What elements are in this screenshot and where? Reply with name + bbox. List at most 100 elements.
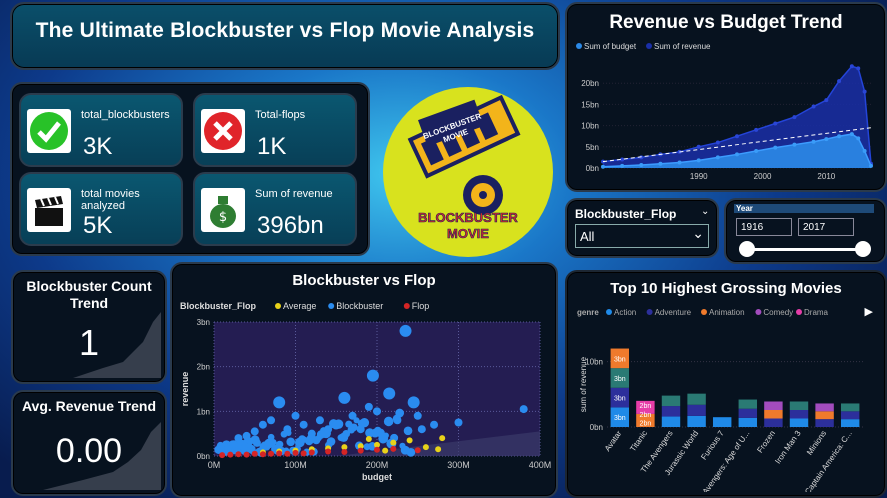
x-axis-label: budget (362, 472, 392, 482)
top10-chart[interactable]: genre Action Adventure Animation Comedy Drama… (567, 302, 867, 492)
data-label: 3bn (614, 415, 626, 422)
x-tick-label: 2000 (754, 172, 772, 181)
kpi-value: 1K (257, 133, 286, 161)
scatter-point-flop (325, 449, 331, 455)
data-point (735, 134, 739, 138)
slicer-title: Blockbuster_Flop (575, 207, 676, 221)
x-tick-label: Frozen (755, 429, 777, 455)
legend-title: genre (577, 308, 599, 317)
blockbuster-flop-slicer: Blockbuster_Flop ⌄ All ⌄ (565, 198, 719, 258)
x-tick-label: Furious 7 (699, 429, 726, 462)
year-slider-track[interactable] (746, 248, 864, 251)
bar-segment (739, 418, 757, 427)
y-axis-label: sum of revenue (579, 356, 588, 412)
film-reel-icon: BLOCKBUSTER MOVIE BLOCKBUSTER MOVIE (383, 87, 553, 257)
bar-segment (841, 411, 859, 419)
scatter-point-flop (309, 449, 315, 455)
legend-label: Flop (412, 301, 430, 311)
scatter-point-flop (374, 447, 380, 453)
chart-title: Revenue vs Budget Trend (567, 4, 885, 34)
bar-segment (662, 396, 680, 406)
scatter-point-blockbuster (414, 412, 422, 420)
year-slicer-title: Year (736, 204, 753, 213)
y-tick-label: 1bn (197, 407, 210, 416)
data-point (863, 90, 867, 94)
legend-marker (701, 309, 707, 315)
data-point (620, 164, 624, 168)
data-point (601, 165, 605, 169)
scatter-point-blockbuster (308, 430, 316, 438)
scatter-point-blockbuster (373, 407, 381, 415)
scatter-point-blockbuster (455, 419, 463, 427)
data-point (856, 66, 860, 70)
bar-segment (687, 394, 705, 405)
year-slider-handle-start[interactable] (739, 241, 755, 257)
data-point (869, 164, 873, 168)
bar-segment (790, 419, 808, 428)
bar-segment (841, 403, 859, 411)
data-point (716, 155, 720, 159)
scatter-point-blockbuster (520, 405, 528, 413)
legend-marker (606, 309, 612, 315)
data-point (824, 98, 828, 102)
data-label: 3bn (614, 376, 626, 383)
kpi-value: 396bn (257, 212, 324, 240)
scatter-point-flop (284, 451, 290, 457)
data-point (856, 136, 860, 140)
bar-segment (764, 419, 782, 428)
scatter-point-flop (390, 446, 396, 452)
clapperboard-icon (27, 188, 71, 232)
kpi-value: 5K (83, 212, 112, 240)
scatter-point-blockbuster (267, 416, 275, 424)
year-from-input[interactable]: 1916 (736, 218, 792, 236)
scatter-point-blockbuster (357, 425, 365, 433)
data-point (735, 152, 739, 156)
legend-marker (576, 43, 582, 49)
blockbuster-flop-panel: Blockbuster vs Flop Blockbuster_Flop Aver… (170, 262, 558, 498)
blockbuster-flop-chart[interactable]: Blockbuster_Flop Average Blockbuster Flop0b… (172, 296, 552, 491)
year-to-input[interactable]: 2017 (798, 218, 854, 236)
scatter-point-blockbuster (383, 432, 389, 438)
scatter-point-blockbuster (243, 432, 251, 440)
data-label: 2bn (640, 412, 652, 419)
chevron-down-icon[interactable]: ⌄ (701, 206, 709, 217)
scatter-point-average (439, 435, 445, 441)
data-label: 2bn (640, 403, 652, 410)
blockbuster-logo: BLOCKBUSTER MOVIE BLOCKBUSTER MOVIE (383, 87, 553, 257)
card-value: 1 (13, 322, 165, 364)
svg-text:BLOCKBUSTER: BLOCKBUSTER (418, 210, 518, 225)
scatter-point-blockbuster (316, 416, 324, 424)
year-slider-handle-end[interactable] (855, 241, 871, 257)
data-point (812, 140, 816, 144)
kpi-sum-revenue: $ Sum of revenue 396bn (193, 172, 357, 246)
scatter-point-blockbuster (395, 409, 404, 418)
scatter-point-flop (301, 450, 307, 456)
scatter-point-flop (219, 452, 225, 458)
scatter-point-flop (235, 451, 241, 457)
legend-label: Blockbuster (336, 301, 383, 311)
scatter-point-blockbuster (292, 412, 300, 420)
data-point (697, 145, 701, 149)
y-tick-label: 20bn (581, 79, 599, 88)
data-point (658, 162, 662, 166)
data-point (837, 134, 841, 138)
legend-marker (755, 309, 761, 315)
revenue-budget-chart[interactable]: Sum of budget Sum of revenue 0bn 5bn 10bn 15b… (567, 36, 881, 186)
bar-segment (662, 406, 680, 416)
scatter-point-blockbuster (400, 325, 412, 337)
legend-marker (404, 303, 410, 309)
data-point (716, 141, 720, 145)
bar-segment (764, 402, 782, 411)
cross-icon (201, 109, 245, 153)
data-point (792, 143, 796, 147)
legend-marker (647, 309, 653, 315)
legend-label: Action (614, 308, 636, 317)
slicer-dropdown[interactable]: All ⌄ (575, 224, 709, 248)
scatter-point-blockbuster (338, 392, 350, 404)
y-tick-label: 5bn (586, 143, 599, 152)
legend-marker (646, 43, 652, 49)
legend-label: Adventure (655, 308, 692, 317)
kpi-value: 3K (83, 133, 112, 161)
scatter-point-blockbuster (418, 425, 426, 433)
legend-marker (796, 309, 802, 315)
